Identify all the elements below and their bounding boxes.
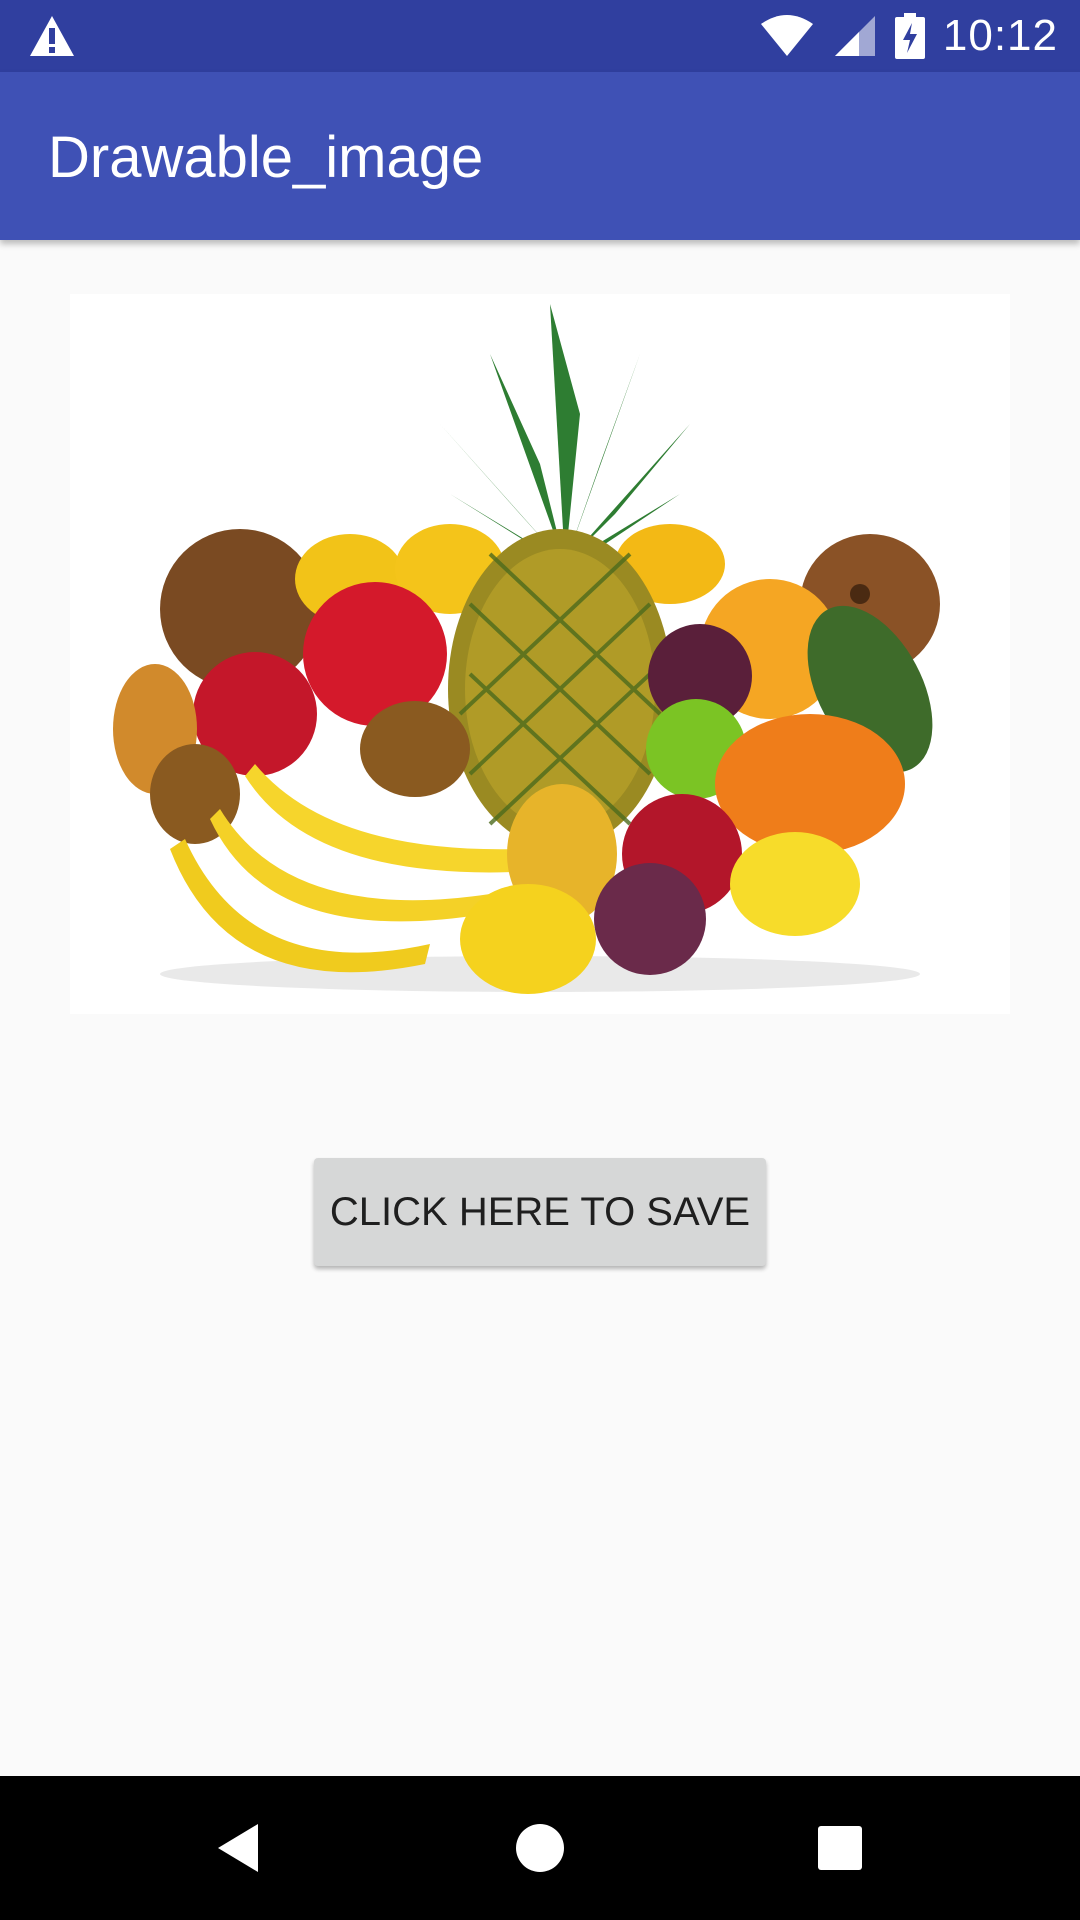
- recents-icon[interactable]: [812, 1820, 868, 1876]
- navigation-bar: [0, 1776, 1080, 1920]
- app-bar: Drawable_image: [0, 72, 1080, 240]
- back-icon[interactable]: [212, 1820, 268, 1876]
- alert-icon: [30, 16, 74, 56]
- status-bar: 10:12: [0, 0, 1080, 72]
- wifi-icon: [760, 15, 813, 56]
- app-title: Drawable_image: [48, 125, 484, 190]
- battery-charging-icon: [894, 13, 925, 59]
- signal-icon: [834, 16, 875, 56]
- fruit-assortment-image: [70, 294, 1010, 1014]
- home-icon[interactable]: [512, 1820, 568, 1876]
- save-button[interactable]: CLICK HERE TO SAVE: [314, 1158, 766, 1266]
- clock: 10:12: [942, 11, 1058, 60]
